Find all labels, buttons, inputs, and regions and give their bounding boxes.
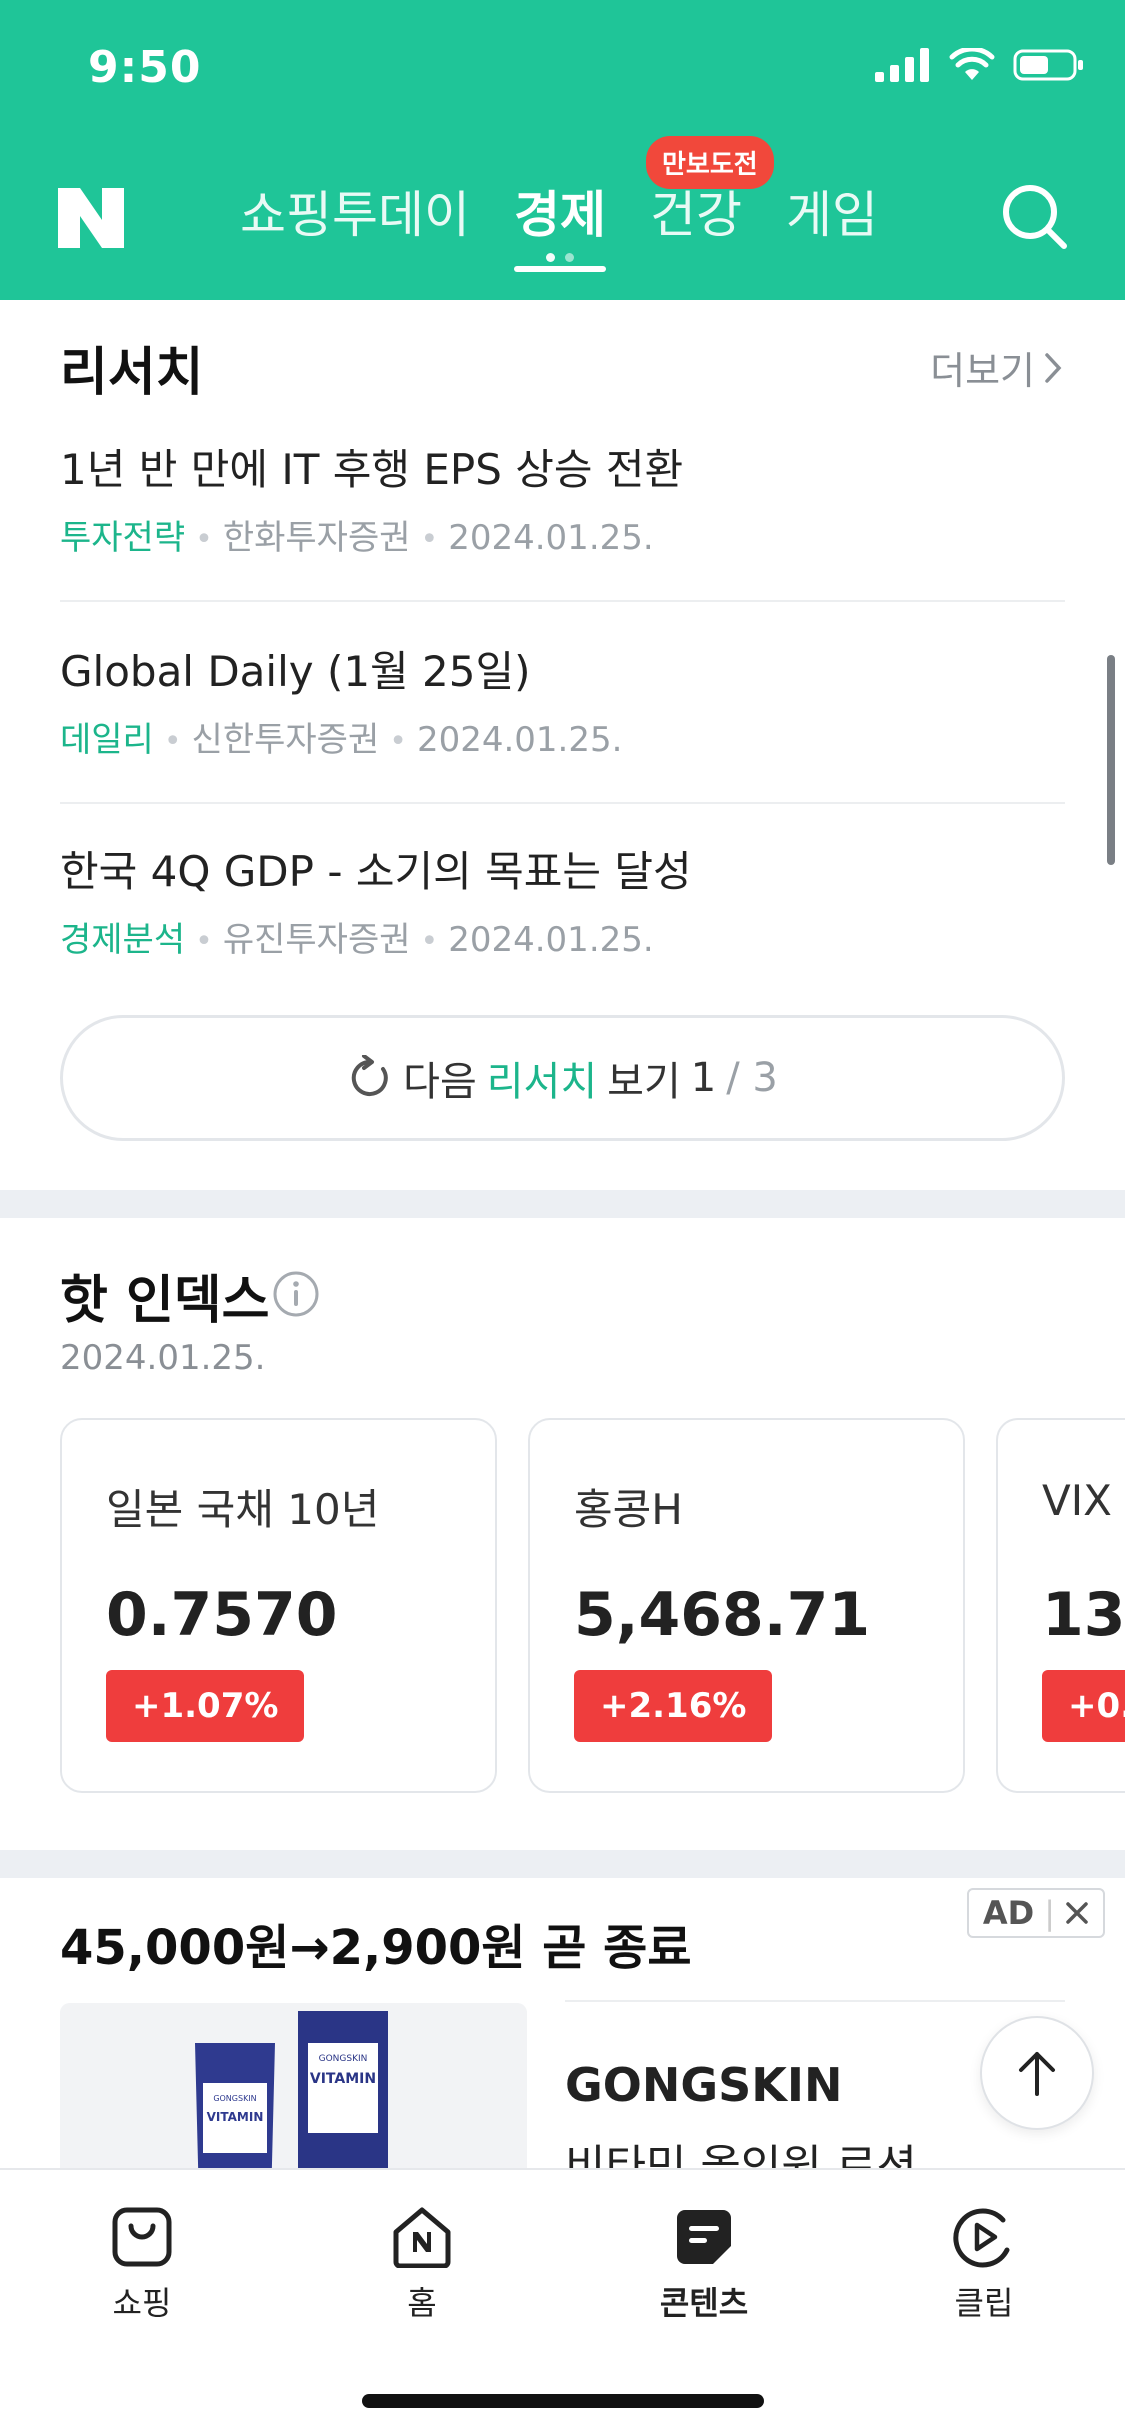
arrow-up-icon — [1019, 2052, 1055, 2096]
info-icon[interactable] — [272, 1270, 320, 1318]
section-gap — [0, 1190, 1125, 1218]
section-gap — [0, 1850, 1125, 1878]
index-card[interactable]: 홍콩H 5,468.71 +2.16% — [528, 1418, 965, 1793]
contents-icon — [677, 2210, 731, 2264]
hot-index-title: 핫 인덱스 — [60, 1271, 270, 1331]
nav-clip[interactable]: 클립 — [904, 2206, 1064, 2324]
active-tab-indicator — [514, 266, 606, 272]
index-name: 일본 국채 10년 — [106, 1485, 380, 1534]
index-value: 13. — [1042, 1580, 1125, 1650]
index-card[interactable]: 일본 국채 10년 0.7570 +1.07% — [60, 1418, 497, 1793]
ad-description[interactable]: 비타민 올인원 로션 — [565, 2130, 917, 2168]
research-section: 리서치 더보기 1년 반 만에 IT 후행 EPS 상승 전환 투자전략 • 한화투… — [0, 300, 1125, 1190]
research-title: 리서치 — [60, 343, 204, 403]
index-name: 홍콩H — [574, 1485, 683, 1534]
index-value: 0.7570 — [106, 1580, 338, 1650]
search-icon[interactable] — [998, 180, 1070, 252]
ad-product-image[interactable]: GONGSKIN VITAMIN GONGSKIN VITAMIN — [60, 2003, 527, 2168]
tab-badge: 만보도전 — [646, 136, 774, 189]
index-value: 5,468.71 — [574, 1580, 871, 1650]
index-change-badge: +1.07% — [106, 1670, 305, 1742]
status-icons — [875, 48, 1085, 82]
research-item[interactable]: Global Daily (1월 25일) 데일리 • 신한투자증권 • 2024.01… — [60, 642, 1065, 761]
ad-badge[interactable]: AD | — [966, 1888, 1105, 1938]
svg-text:VITAMIN: VITAMIN — [310, 2071, 376, 2087]
home-icon — [393, 2207, 451, 2268]
signal-icon — [875, 48, 929, 82]
divider — [565, 2000, 1065, 2002]
home-indicator — [362, 2394, 764, 2408]
nav-contents[interactable]: 콘텐츠 — [624, 2206, 784, 2324]
research-item-meta: 데일리 • 신한투자증권 • 2024.01.25. — [60, 720, 623, 760]
index-change-badge: +0. — [1042, 1670, 1125, 1742]
naver-logo-icon[interactable] — [58, 188, 124, 248]
svg-text:VITAMIN: VITAMIN — [207, 2110, 264, 2124]
tab-page-dots — [546, 253, 574, 262]
research-item[interactable]: 한국 4Q GDP - 소기의 목표는 달성 경제분석 • 유진투자증권 • 2024.… — [60, 842, 1065, 961]
tab-game[interactable]: 게임 — [786, 180, 878, 250]
tab-health[interactable]: 건강 — [650, 180, 742, 250]
divider — [60, 802, 1065, 804]
index-name: VIX — [1042, 1476, 1112, 1525]
scroll-to-top-button[interactable] — [980, 2016, 1094, 2130]
index-card[interactable]: VIX 13. +0. — [996, 1418, 1125, 1793]
hot-index-date: 2024.01.25. — [60, 1338, 266, 1378]
research-item-meta: 투자전략 • 한화투자증권 • 2024.01.25. — [60, 518, 654, 558]
nav-shopping[interactable]: 쇼핑 — [62, 2206, 222, 2324]
battery-icon — [1013, 49, 1083, 81]
research-item-meta: 경제분석 • 유진투자증권 • 2024.01.25. — [60, 920, 654, 960]
tab-bar: 쇼핑투데이 경제 건강 게임 — [240, 180, 922, 272]
scroll-indicator[interactable] — [1107, 655, 1115, 865]
ad-title[interactable]: 45,000원→2,900원 곧 종료 — [60, 1908, 692, 1978]
lotion-product-icon: GONGSKIN VITAMIN GONGSKIN VITAMIN — [60, 2003, 527, 2168]
status-time: 9:50 — [88, 42, 202, 93]
shopping-bag-icon — [112, 2207, 172, 2267]
tab-economy[interactable]: 경제 — [514, 180, 606, 272]
research-item-title: Global Daily (1월 25일) — [60, 647, 531, 696]
tab-shopping-today[interactable]: 쇼핑투데이 — [240, 180, 470, 250]
top-header: 9:50 쇼핑투데이 경제 건강 게임 만보도전 — [0, 0, 1125, 300]
research-more-link[interactable]: 더보기 — [930, 340, 1065, 395]
wifi-icon — [949, 48, 995, 80]
research-item[interactable]: 1년 반 만에 IT 후행 EPS 상승 전환 투자전략 • 한화투자증권 • 2024… — [60, 440, 1065, 559]
divider — [60, 600, 1065, 602]
ad-brand[interactable]: GONGSKIN — [565, 2058, 843, 2112]
index-change-badge: +2.16% — [574, 1670, 773, 1742]
close-icon[interactable] — [1065, 1901, 1089, 1925]
chevron-right-icon — [1045, 352, 1062, 383]
clip-play-icon — [953, 2208, 1010, 2268]
nav-home[interactable]: 홈 — [342, 2206, 502, 2324]
next-research-button[interactable]: 다음 리서치 보기 1 / 3 — [60, 1015, 1065, 1141]
svg-text:GONGSKIN: GONGSKIN — [319, 2054, 368, 2064]
hot-index-section: 핫 인덱스 2024.01.25. 일본 국채 10년 0.7570 +1.07… — [0, 1218, 1125, 1850]
research-item-title: 한국 4Q GDP - 소기의 목표는 달성 — [60, 847, 692, 896]
svg-text:GONGSKIN: GONGSKIN — [213, 2094, 256, 2103]
refresh-icon — [351, 1055, 388, 1096]
research-item-title: 1년 반 만에 IT 후행 EPS 상승 전환 — [60, 445, 684, 494]
ad-section: 45,000원→2,900원 곧 종료 AD | GONGSKIN VITAMI… — [0, 1878, 1125, 2168]
